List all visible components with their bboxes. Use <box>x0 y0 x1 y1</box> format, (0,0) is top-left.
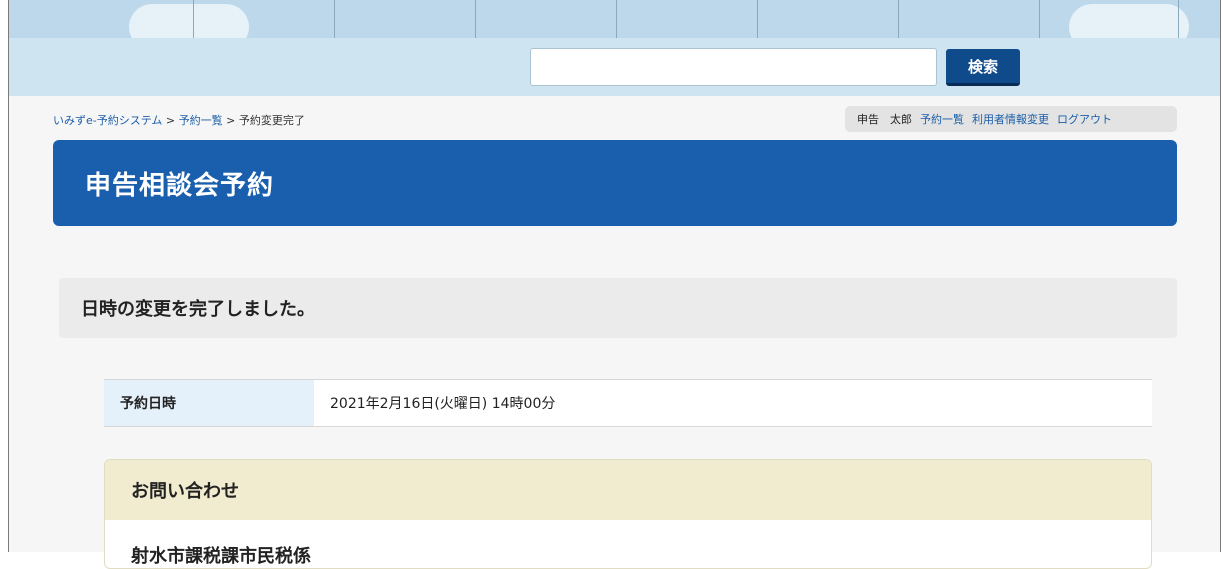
breadcrumb-current: 予約変更完了 <box>238 114 305 127</box>
banner-nav-item[interactable] <box>53 0 194 38</box>
breadcrumb-separator: > <box>226 114 236 127</box>
search-input[interactable] <box>530 48 937 86</box>
page-title: 申告相談会予約 <box>85 170 275 201</box>
page-frame: 検索 いみずe-予約システム > 予約一覧 > 予約変更完了 申告 太郎 予約一… <box>8 0 1221 569</box>
banner-nav-item[interactable] <box>335 0 476 38</box>
reservation-list-link[interactable]: 予約一覧 <box>920 111 964 127</box>
banner-nav-item[interactable] <box>758 0 899 38</box>
banner-nav-item[interactable] <box>617 0 758 38</box>
search-button[interactable]: 検索 <box>946 49 1020 86</box>
banner-nav-item[interactable] <box>194 0 335 38</box>
contact-department: 射水市課税課市民税係 <box>131 546 311 567</box>
contact-title: お問い合わせ <box>105 460 1151 520</box>
top-banner <box>9 0 1220 38</box>
logout-link[interactable]: ログアウト <box>1057 111 1112 127</box>
reservation-datetime-label: 予約日時 <box>104 380 314 426</box>
breadcrumb-separator: > <box>165 114 176 127</box>
page-header: 申告相談会予約 <box>53 140 1177 226</box>
search-bar: 検索 <box>9 38 1220 96</box>
reservation-datetime-value: 2021年2月16日(火曜日) 14時00分 <box>330 396 556 412</box>
user-name: 申告 太郎 <box>857 113 912 126</box>
user-info-edit-link[interactable]: 利用者情報変更 <box>972 111 1049 127</box>
banner-nav-item[interactable] <box>476 0 617 38</box>
breadcrumb: いみずe-予約システム > 予約一覧 > 予約変更完了 <box>53 112 305 128</box>
completion-message-box: 日時の変更を完了しました。 <box>59 278 1177 338</box>
banner-nav-item[interactable] <box>1040 0 1179 38</box>
completion-message: 日時の変更を完了しました。 <box>81 299 315 320</box>
breadcrumb-list-link[interactable]: 予約一覧 <box>179 114 223 127</box>
banner-nav-item[interactable] <box>899 0 1040 38</box>
contact-panel: お問い合わせ 射水市課税課市民税係 <box>104 459 1152 569</box>
breadcrumb-home-link[interactable]: いみずe-予約システム <box>53 114 162 127</box>
user-menu: 申告 太郎 予約一覧 利用者情報変更 ログアウト <box>845 106 1177 132</box>
reservation-datetime-row: 予約日時 2021年2月16日(火曜日) 14時00分 <box>104 379 1152 427</box>
